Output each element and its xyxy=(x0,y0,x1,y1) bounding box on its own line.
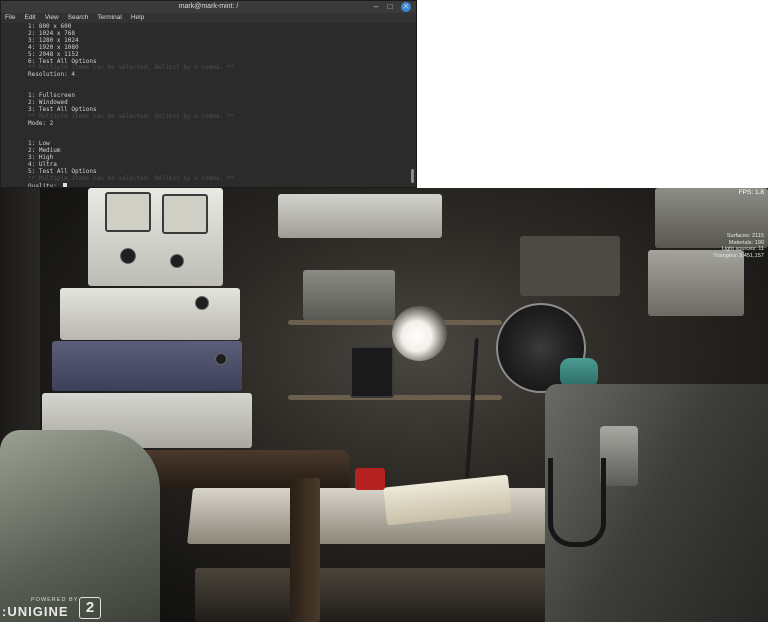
stat-materials: Materials: 190 xyxy=(728,239,764,246)
scene-knob xyxy=(215,353,227,365)
menu-bar: File Edit View Search Terminal Help xyxy=(1,13,416,23)
terminal-line: 3: High xyxy=(28,154,54,162)
scene-lamp-arm xyxy=(465,338,479,478)
menu-search[interactable]: Search xyxy=(68,13,89,23)
window-title: mark@mark-mint: / xyxy=(178,3,239,10)
title-bar[interactable]: mark@mark-mint: / – □ ✕ xyxy=(1,1,416,13)
scene-notice-paper xyxy=(520,236,620,296)
terminal-window[interactable]: mark@mark-mint: / – □ ✕ File Edit View S… xyxy=(0,0,417,188)
scene-meter-right xyxy=(162,194,208,234)
scene-meter-left xyxy=(105,192,151,232)
terminal-line: 2: Medium xyxy=(28,147,61,155)
logo-name: UNIGINE xyxy=(7,604,69,619)
terminal-scrollbar[interactable] xyxy=(411,23,415,187)
stat-surfaces: Surfaces: 2115 xyxy=(726,233,764,239)
terminal-line: Resolution: 4 xyxy=(28,71,75,79)
fps-counter: FPS: 1.8 xyxy=(738,189,764,196)
menu-view[interactable]: View xyxy=(45,13,59,23)
scene-radio-right-low xyxy=(648,250,744,316)
scene-knob xyxy=(170,254,184,268)
scene-radio-mid xyxy=(60,288,240,340)
scene-lamp-shade xyxy=(392,306,447,361)
terminal-output[interactable]: 1: 800 x 600 2: 1024 x 768 3: 1280 x 1024 4… xyxy=(1,23,411,187)
logo-version-badge: 2 xyxy=(79,597,101,619)
close-button[interactable]: ✕ xyxy=(401,2,411,12)
terminal-hint-line: ** Multiple items can be selected. Delim… xyxy=(28,112,234,120)
maximize-button[interactable]: □ xyxy=(385,2,395,12)
logo-powered-by: POWERED BY xyxy=(31,597,79,603)
terminal-line: 2: 1024 x 768 xyxy=(28,29,75,37)
menu-help[interactable]: Help xyxy=(131,13,144,23)
scene-desk-front xyxy=(195,568,590,622)
scene-knob xyxy=(195,296,209,310)
menu-edit[interactable]: Edit xyxy=(24,13,35,23)
scene-radio-small xyxy=(303,270,395,320)
menu-file[interactable]: File xyxy=(5,13,15,23)
terminal-line: Mode: 2 xyxy=(28,119,54,127)
scene-suitcase-handle xyxy=(548,458,606,547)
stat-light-sources: Light sources: 11 xyxy=(721,246,764,253)
menu-terminal[interactable]: Terminal xyxy=(97,13,122,23)
scene-shelf-amplifier xyxy=(278,194,442,238)
stat-triangles: Triangles: 3,451,157 xyxy=(713,252,764,259)
terminal-line: 1: Low xyxy=(28,140,50,148)
scene-knob xyxy=(120,248,136,264)
scene-red-box xyxy=(355,468,385,490)
scene-photo-frame xyxy=(350,346,394,398)
terminal-line: 1: Fullscreen xyxy=(28,92,75,100)
terminal-line: 1: 800 x 600 xyxy=(28,23,72,30)
unigine-logo: :UNIGINE xyxy=(2,604,69,619)
scene-radio-blue xyxy=(52,341,242,391)
terminal-line: 4: 1920 x 1080 xyxy=(28,43,79,51)
minimize-button[interactable]: – xyxy=(371,2,381,12)
scrollbar-thumb[interactable] xyxy=(411,169,414,183)
benchmark-scene: FPS: 1.8 Surfaces: 2115 Materials: 190 L… xyxy=(0,188,768,622)
render-stats: Surfaces: 2115 Materials: 190 Light sour… xyxy=(713,233,764,259)
scene-chair-cloth xyxy=(0,430,160,622)
terminal-hint-line: ** Multiple items can be selected. Delim… xyxy=(28,174,234,182)
terminal-hint-line: ** Multiple items can be selected. Delim… xyxy=(28,64,234,72)
terminal-line: 3: 1280 x 1024 xyxy=(28,36,79,44)
scene-chair-leg xyxy=(290,478,320,622)
